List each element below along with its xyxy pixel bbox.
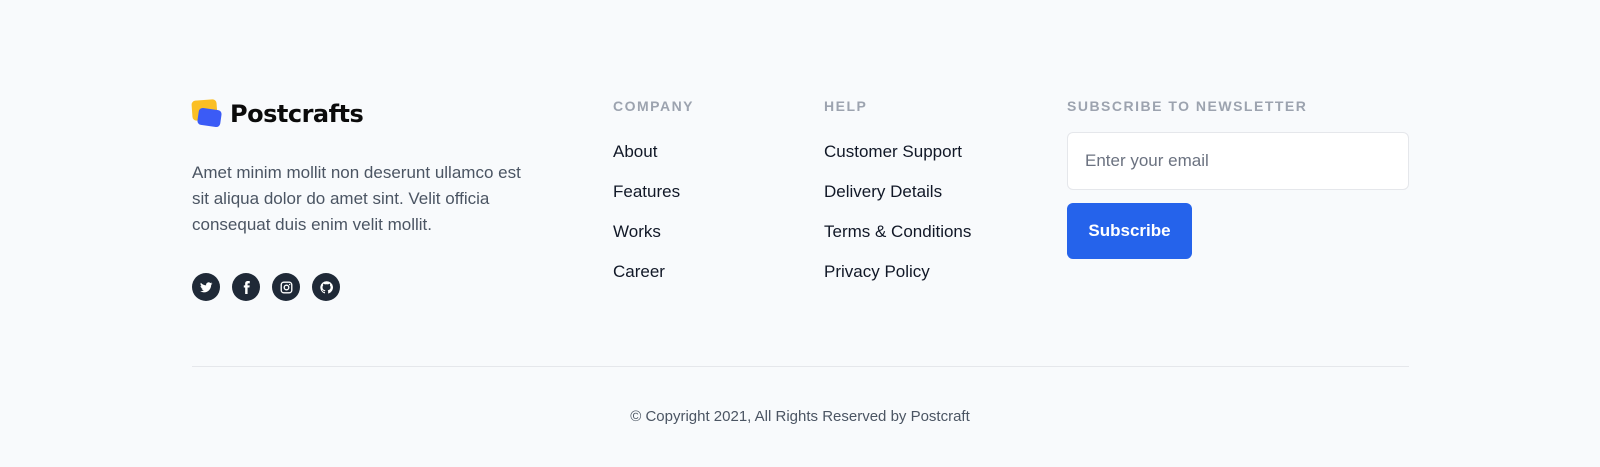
- terms-conditions-link[interactable]: Terms & Conditions: [824, 222, 971, 242]
- company-column: COMPANY About Features Works Career: [613, 98, 694, 302]
- newsletter-column: SUBSCRIBE TO NEWSLETTER Subscribe: [1067, 98, 1409, 259]
- email-input[interactable]: [1067, 132, 1409, 190]
- features-link[interactable]: Features: [613, 182, 680, 202]
- newsletter-heading: SUBSCRIBE TO NEWSLETTER: [1067, 98, 1308, 114]
- list-item: Works: [613, 222, 694, 262]
- customer-support-link[interactable]: Customer Support: [824, 142, 962, 162]
- github-link[interactable]: [312, 273, 340, 301]
- help-links: Customer Support Delivery Details Terms …: [824, 142, 971, 302]
- company-links: About Features Works Career: [613, 142, 694, 302]
- list-item: Features: [613, 182, 694, 222]
- copyright-text: © Copyright 2021, All Rights Reserved by…: [630, 408, 970, 425]
- help-column: HELP Customer Support Delivery Details T…: [824, 98, 971, 302]
- career-link[interactable]: Career: [613, 262, 665, 282]
- github-icon: [319, 280, 333, 293]
- brand-description: Amet minim mollit non deserunt ullamco e…: [192, 163, 521, 234]
- list-item: About: [613, 142, 694, 182]
- company-heading: COMPANY: [613, 98, 695, 114]
- privacy-policy-link[interactable]: Privacy Policy: [824, 262, 930, 282]
- subscribe-button[interactable]: Subscribe: [1067, 203, 1192, 259]
- list-item: Delivery Details: [824, 182, 971, 222]
- social-links: [192, 273, 542, 301]
- brand-logo[interactable]: Postcrafts: [191, 99, 542, 128]
- instagram-icon: [280, 281, 292, 293]
- twitter-link[interactable]: [192, 273, 220, 301]
- works-link[interactable]: Works: [613, 222, 661, 242]
- footer-divider: [192, 366, 1409, 367]
- site-footer: Postcrafts Amet minim mollit non deserun…: [0, 0, 1600, 467]
- twitter-icon: [199, 281, 212, 292]
- brand-name: Postcrafts: [230, 100, 364, 128]
- list-item: Terms & Conditions: [824, 222, 971, 262]
- instagram-link[interactable]: [272, 273, 300, 301]
- delivery-details-link[interactable]: Delivery Details: [824, 182, 942, 202]
- facebook-link[interactable]: [232, 273, 260, 301]
- list-item: Privacy Policy: [824, 262, 971, 302]
- logo-mark-icon: [191, 99, 223, 128]
- list-item: Career: [613, 262, 694, 302]
- help-heading: HELP: [824, 98, 868, 114]
- facebook-icon: [243, 280, 250, 294]
- list-item: Customer Support: [824, 142, 971, 182]
- brand-column: Postcrafts Amet minim mollit non deserun…: [191, 99, 542, 301]
- about-link[interactable]: About: [613, 142, 657, 162]
